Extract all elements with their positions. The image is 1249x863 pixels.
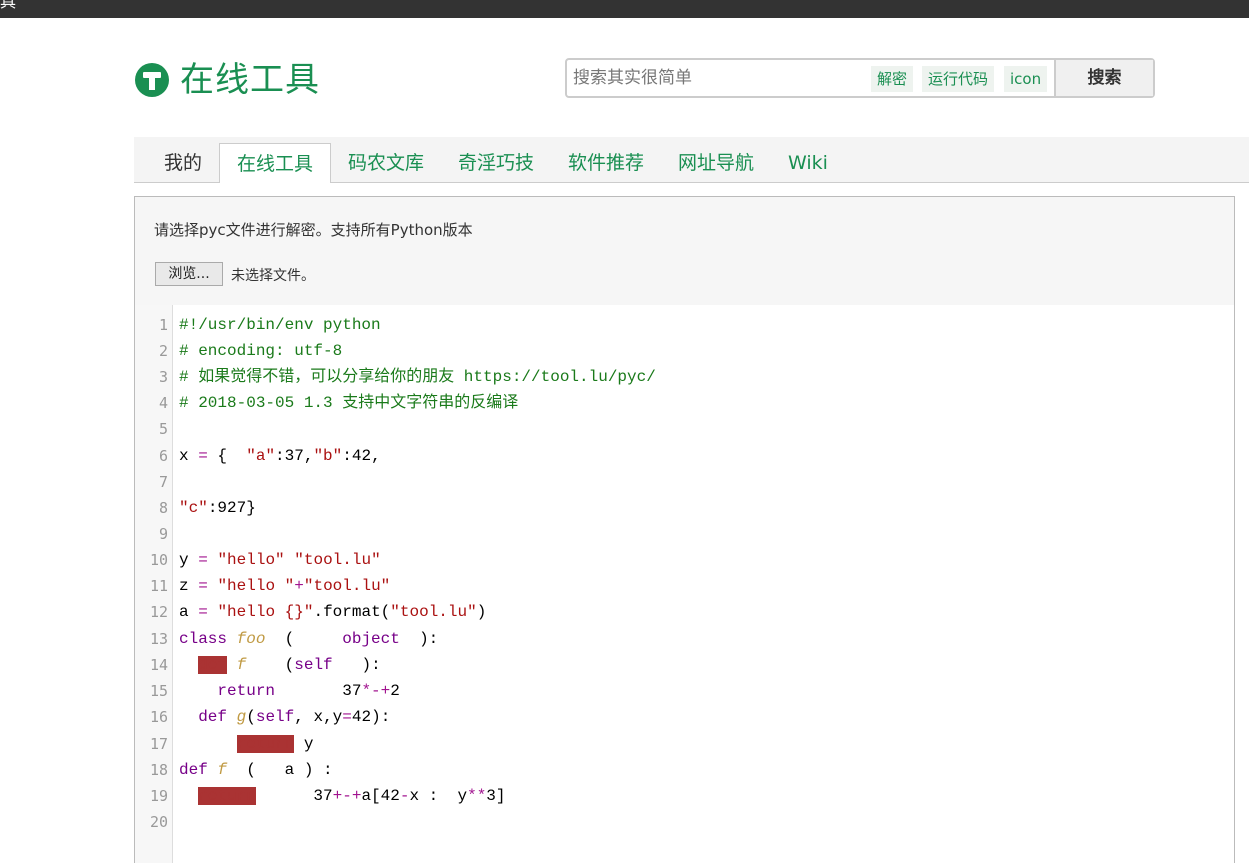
line-number: 2 [158, 342, 168, 360]
line-number: 15 [149, 682, 168, 700]
code-editor[interactable]: 1 2 3 4 5 6 7 8 9 10 11 12 13 14 15 16 1… [134, 305, 1235, 863]
window-top-bar: 具 [0, 0, 1249, 18]
line-number: 14 [149, 656, 168, 674]
line-number: 19 [149, 787, 168, 805]
search-bar: 解密 运行代码 icon 搜索 [565, 58, 1155, 98]
line-number: 4 [158, 394, 168, 412]
code-line: y = "hello" "tool.lu" [179, 551, 381, 569]
file-status: 未选择文件。 [231, 268, 315, 284]
tab-url-nav[interactable]: 网址导航 [678, 137, 754, 183]
search-input[interactable] [573, 66, 873, 90]
main-nav: 我的 在线工具 码农文库 奇淫巧技 软件推荐 网址导航 Wiki [134, 137, 1249, 183]
line-number: 9 [158, 525, 168, 543]
code-line: # encoding: utf-8 [179, 342, 343, 360]
tab-wiki[interactable]: Wiki [788, 137, 828, 183]
code-line: def f (self ): [198, 656, 381, 674]
code-line: # 2018-03-05 1.3 支持中文字符串的反编译 [179, 394, 519, 412]
tab-software[interactable]: 软件推荐 [568, 137, 644, 183]
line-number: 13 [149, 630, 168, 648]
code-line: return 37+-+a[42-x : y**3] [198, 787, 506, 805]
code-line: a = "hello {}".format("tool.lu") [179, 603, 487, 621]
search-button[interactable]: 搜索 [1054, 60, 1153, 96]
code-line: "c":927} [179, 499, 256, 517]
line-number: 1 [158, 316, 168, 334]
line-number: 18 [149, 761, 168, 779]
site-logo[interactable]: 在线工具 [134, 60, 320, 100]
line-number-gutter: 1 2 3 4 5 6 7 8 9 10 11 12 13 14 15 16 1… [135, 305, 173, 863]
code-line: def f ( a ) : [179, 761, 333, 779]
code-line: # 如果觉得不错，可以分享给你的朋友 https://tool.lu/pyc/ [179, 368, 656, 386]
code-line: def g(self, x,y=42): [198, 708, 391, 726]
line-number: 7 [158, 473, 168, 491]
code-line: #!/usr/bin/env python [179, 316, 381, 334]
line-number: 20 [149, 813, 168, 831]
code-line: x = { "a":37,"b":42, [179, 447, 381, 465]
line-number: 17 [149, 735, 168, 753]
code-line: z = "hello "+"tool.lu" [179, 577, 391, 595]
tab-mine[interactable]: 我的 [164, 137, 202, 183]
line-number: 3 [158, 368, 168, 386]
line-number: 8 [158, 499, 168, 517]
line-number: 16 [149, 708, 168, 726]
site-name: 在线工具 [180, 60, 320, 100]
tool-logo-icon [135, 63, 169, 97]
code-line: class foo ( object ): [179, 630, 439, 648]
code-line: return y [236, 735, 314, 753]
window-title-fragment: 具 [0, 0, 17, 11]
line-number: 6 [158, 447, 168, 465]
quick-link-run-code[interactable]: 运行代码 [922, 66, 995, 92]
line-number: 10 [149, 551, 168, 569]
browse-button[interactable]: 浏览... [155, 262, 223, 286]
upload-description: 请选择pyc文件进行解密。支持所有Python版本 [154, 221, 473, 239]
code-line: return 37*-+2 [217, 682, 400, 700]
quick-link-decrypt[interactable]: 解密 [871, 66, 914, 92]
quick-link-icon[interactable]: icon [1004, 66, 1048, 92]
line-number: 12 [149, 603, 168, 621]
tab-tricks[interactable]: 奇淫巧技 [458, 137, 534, 183]
upload-panel: 请选择pyc文件进行解密。支持所有Python版本 浏览... 未选择文件。 [134, 196, 1235, 306]
line-number: 11 [149, 577, 168, 595]
tab-coder-library[interactable]: 码农文库 [348, 137, 424, 183]
tab-online-tools[interactable]: 在线工具 [219, 143, 332, 183]
line-number: 5 [158, 420, 168, 438]
